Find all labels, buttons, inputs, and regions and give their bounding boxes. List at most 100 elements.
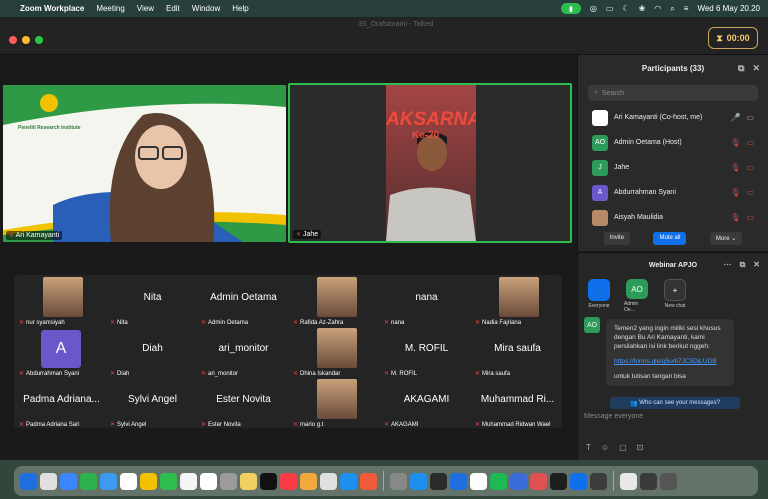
participant-row[interactable]: A Abdurrahman Syani 🎙 ▭ xyxy=(578,180,768,205)
gallery-tile[interactable]: Muhammad Ri... ✕ Muhammad Ridwan Wael xyxy=(472,379,563,430)
tv-icon[interactable] xyxy=(260,472,277,490)
spotify-icon[interactable] xyxy=(470,472,487,490)
mute-all-button[interactable]: Mute all xyxy=(653,232,687,245)
camera-off-icon[interactable]: ▭ xyxy=(746,163,754,172)
screenshot-icon[interactable]: ⊡ xyxy=(637,443,644,452)
camera-off-icon[interactable]: ▭ xyxy=(746,213,754,222)
gallery-tile[interactable]: ✕ nur syamsiyah xyxy=(16,277,107,328)
app-icon[interactable] xyxy=(620,472,637,490)
reminders-icon[interactable] xyxy=(220,472,237,490)
mail-icon[interactable] xyxy=(100,472,117,490)
menu-window[interactable]: Window xyxy=(192,4,220,13)
close-icon[interactable]: ✕ xyxy=(752,63,760,74)
video-ari-kamayanti[interactable]: Peneliti Research Institute ✕ Ari Kamaya… xyxy=(3,85,286,242)
gallery-tile[interactable]: M. ROFIL ✕ M. ROFIL xyxy=(381,328,472,379)
participants-search-input[interactable]: ⌕ Search xyxy=(588,85,758,101)
mic-icon[interactable]: 🎤 xyxy=(730,113,740,122)
chrome-icon[interactable] xyxy=(450,472,467,490)
participant-row[interactable]: J Jahe 🎙 ▭ xyxy=(578,155,768,180)
trash-folder-icon[interactable] xyxy=(390,472,407,490)
who-can-see-button[interactable]: 👥 Who can see your messages? xyxy=(610,397,740,409)
messages-icon[interactable] xyxy=(80,472,97,490)
zoom-window-icon[interactable] xyxy=(35,36,43,44)
screen-share-indicator-icon[interactable]: ▮ xyxy=(560,3,581,14)
terminal-icon[interactable] xyxy=(410,472,427,490)
search-icon[interactable]: ⌕ xyxy=(670,4,674,14)
paw-icon[interactable]: ❀ xyxy=(639,4,646,13)
preview-icon[interactable] xyxy=(320,472,337,490)
meeting-timer[interactable]: ⧗ 00:00 xyxy=(708,27,758,49)
participant-row[interactable]: Ari Kamayanti (Co-host, me) 🎤 ▭ xyxy=(578,105,768,130)
zoom2-icon[interactable] xyxy=(590,472,607,490)
moon-icon[interactable]: ☾ xyxy=(622,4,629,13)
contacts-icon[interactable] xyxy=(200,472,217,490)
video-jahe[interactable]: AKSARNA Ke-20 ✕ Jahe xyxy=(288,83,572,243)
participant-row[interactable]: Aisyah Maulidia 🎙 ▭ xyxy=(578,205,768,230)
camera-icon[interactable]: ▭ xyxy=(746,113,754,122)
menu-help[interactable]: Help xyxy=(232,4,248,13)
chat-recipient-tab[interactable]: + New chat xyxy=(662,279,688,313)
wifi-icon[interactable]: ◠ xyxy=(654,4,661,13)
muted-mic-icon[interactable]: 🎙 xyxy=(730,163,740,172)
sync-icon[interactable]: ◎ xyxy=(590,4,597,13)
appstore-icon[interactable] xyxy=(340,472,357,490)
gallery-tile[interactable]: ari_monitor ✕ ari_monitor xyxy=(198,328,289,379)
powerpoint-icon[interactable] xyxy=(570,472,587,490)
menubar-clock[interactable]: Wed 6 May 20.20 xyxy=(697,4,760,13)
emoji-icon[interactable]: ☺ xyxy=(601,443,609,452)
chat-recipient-tab[interactable]: 🐾 Everyone xyxy=(586,279,612,313)
notes-icon[interactable] xyxy=(140,472,157,490)
zoom-icon[interactable] xyxy=(430,472,447,490)
pop-out-icon[interactable]: ⧉ xyxy=(738,63,744,74)
whatsapp-icon[interactable] xyxy=(530,472,547,490)
participant-row[interactable]: AO Admin Oetama (Host) 🎙 ▭ xyxy=(578,130,768,155)
control-center-icon[interactable]: ≡ xyxy=(684,4,689,13)
downloads-icon[interactable] xyxy=(640,472,657,490)
menu-meeting[interactable]: Meeting xyxy=(96,4,124,13)
trash-icon[interactable] xyxy=(660,472,677,490)
calendar-icon[interactable] xyxy=(180,472,197,490)
gallery-tile[interactable]: Padma Adriana... ✕ Padma Adriana Sari xyxy=(16,379,107,430)
file-icon[interactable]: ▢ xyxy=(619,443,627,452)
camera-icon[interactable] xyxy=(510,472,527,490)
close-icon[interactable]: ✕ xyxy=(753,260,760,270)
facetime-icon[interactable] xyxy=(160,472,177,490)
settings-icon[interactable] xyxy=(360,472,377,490)
chat-message-input[interactable]: Message everyone xyxy=(584,413,764,420)
menu-app-name[interactable]: Zoom Workplace xyxy=(20,4,84,13)
gallery-tile[interactable]: ✕ Dhina Iskandar xyxy=(290,328,381,379)
muted-mic-icon[interactable]: 🎙 xyxy=(730,213,740,222)
photos-icon[interactable] xyxy=(120,472,137,490)
safari-icon[interactable] xyxy=(60,472,77,490)
gallery-tile[interactable]: Mira saufa ✕ Mira saufa xyxy=(472,328,563,379)
notes2-icon[interactable] xyxy=(240,472,257,490)
battery-icon[interactable]: ▭ xyxy=(606,4,614,13)
finder-icon[interactable] xyxy=(20,472,37,490)
finder2-icon[interactable] xyxy=(490,472,507,490)
gallery-tile[interactable]: Sylvi Angel ✕ Sylvi Angel xyxy=(107,379,198,430)
close-window-icon[interactable] xyxy=(9,36,17,44)
more-icon[interactable]: ⋯ xyxy=(724,260,732,270)
minimize-window-icon[interactable] xyxy=(22,36,30,44)
word-icon[interactable] xyxy=(550,472,567,490)
gallery-tile[interactable]: A ✕ Abdurrahman Syani xyxy=(16,328,107,379)
gallery-tile[interactable]: Diah ✕ Diah xyxy=(107,328,198,379)
launchpad-icon[interactable] xyxy=(40,472,57,490)
camera-off-icon[interactable]: ▭ xyxy=(746,138,754,147)
camera-off-icon[interactable]: ▭ xyxy=(746,188,754,197)
muted-mic-icon[interactable]: 🎙 xyxy=(730,138,740,147)
format-text-icon[interactable]: T xyxy=(586,443,591,452)
pop-out-icon[interactable]: ⧉ xyxy=(740,260,746,270)
menu-view[interactable]: View xyxy=(137,4,154,13)
gallery-tile[interactable]: Admin Oetama ✕ Admin Oetama xyxy=(198,277,289,328)
form-link[interactable]: https://forms.gle/g5u4i7JC5DjLUDB xyxy=(614,357,726,366)
invite-button[interactable]: Invite xyxy=(603,232,631,245)
chat-recipient-tab[interactable]: AO Admin Oe... xyxy=(624,279,650,313)
music-icon[interactable] xyxy=(280,472,297,490)
podcasts-icon[interactable] xyxy=(300,472,317,490)
gallery-tile[interactable]: Nita ✕ Nita xyxy=(107,277,198,328)
menu-edit[interactable]: Edit xyxy=(166,4,180,13)
gallery-tile[interactable]: AKAGAMI ✕ AKAGAMI xyxy=(381,379,472,430)
gallery-tile[interactable]: nana ✕ nana xyxy=(381,277,472,328)
gallery-tile[interactable]: Ester Novita ✕ Ester Novita xyxy=(198,379,289,430)
